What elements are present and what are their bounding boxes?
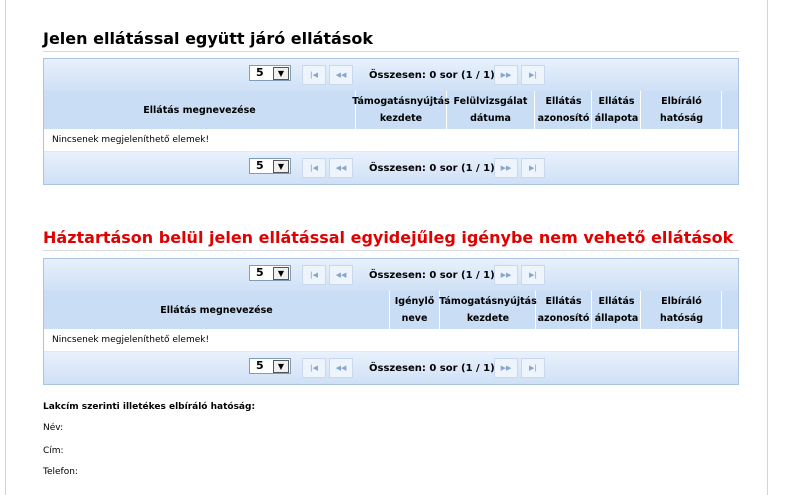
page-size-select[interactable]: 5 ▼ <box>249 358 291 374</box>
prev-page-icon[interactable]: ◀◀ <box>329 265 353 285</box>
column-header[interactable]: Ellátás azonosító <box>536 91 592 129</box>
column-header[interactable]: Felülvizsgálat dátuma <box>447 91 535 129</box>
dropdown-arrow-icon: ▼ <box>273 160 289 173</box>
page-size-value: 5 <box>256 359 264 372</box>
section2-pager-bottom: 5 ▼ |◀ ◀◀ Összesen: 0 sor (1 / 1) ▶▶ ▶| <box>44 352 738 384</box>
prev-page-icon[interactable]: ◀◀ <box>329 358 353 378</box>
first-page-icon[interactable]: |◀ <box>302 265 326 285</box>
prev-page-icon[interactable]: ◀◀ <box>329 65 353 85</box>
column-header[interactable]: Elbíráló hatóság <box>642 91 722 129</box>
section1-title: Jelen ellátással együtt járó ellátások <box>43 29 739 52</box>
authority-heading: Lakcím szerinti illetékes elbíráló hatós… <box>43 402 256 412</box>
first-page-icon[interactable]: |◀ <box>302 158 326 178</box>
last-page-icon[interactable]: ▶| <box>521 65 545 85</box>
empty-message: Nincsenek megjeleníthető elemek! <box>44 329 738 352</box>
authority-phone-label: Telefon: <box>43 467 78 477</box>
section2-grid: 5 ▼ |◀ ◀◀ Összesen: 0 sor (1 / 1) ▶▶ ▶| … <box>43 258 739 385</box>
pager-summary: Összesen: 0 sor (1 / 1) <box>369 363 495 374</box>
page-size-select[interactable]: 5 ▼ <box>249 158 291 174</box>
first-page-icon[interactable]: |◀ <box>302 358 326 378</box>
frame-right-border <box>767 0 768 495</box>
first-page-icon[interactable]: |◀ <box>302 65 326 85</box>
column-header[interactable]: Támogatásnyújtás kezdete <box>352 91 450 129</box>
next-page-icon[interactable]: ▶▶ <box>494 358 518 378</box>
section2-header-row: Ellátás megnevezése Igénylő neve Támogat… <box>44 291 738 329</box>
column-header[interactable]: Támogatásnyújtás kezdete <box>439 291 537 329</box>
last-page-icon[interactable]: ▶| <box>521 158 545 178</box>
column-header[interactable]: Ellátás megnevezése <box>44 91 356 129</box>
column-header[interactable]: Igénylő neve <box>390 291 440 329</box>
section1-pager-top: 5 ▼ |◀ ◀◀ Összesen: 0 sor (1 / 1) ▶▶ ▶| <box>44 59 738 91</box>
page-size-select[interactable]: 5 ▼ <box>249 65 291 81</box>
column-header[interactable]: Elbíráló hatóság <box>642 291 722 329</box>
next-page-icon[interactable]: ▶▶ <box>494 65 518 85</box>
page-size-value: 5 <box>256 266 264 279</box>
section1-pager-bottom: 5 ▼ |◀ ◀◀ Összesen: 0 sor (1 / 1) ▶▶ ▶| <box>44 152 738 184</box>
frame-left-border <box>5 0 6 495</box>
section1-header-row: Ellátás megnevezése Támogatásnyújtás kez… <box>44 91 738 129</box>
last-page-icon[interactable]: ▶| <box>521 358 545 378</box>
authority-address-label: Cím: <box>43 446 64 456</box>
last-page-icon[interactable]: ▶| <box>521 265 545 285</box>
section2-title: Háztartáson belül jelen ellátással egyid… <box>43 228 739 251</box>
next-page-icon[interactable]: ▶▶ <box>494 265 518 285</box>
pager-summary: Összesen: 0 sor (1 / 1) <box>369 163 495 174</box>
page-size-select[interactable]: 5 ▼ <box>249 265 291 281</box>
next-page-icon[interactable]: ▶▶ <box>494 158 518 178</box>
dropdown-arrow-icon: ▼ <box>273 267 289 280</box>
authority-name-label: Név: <box>43 423 64 433</box>
page-size-value: 5 <box>256 159 264 172</box>
empty-message: Nincsenek megjeleníthető elemek! <box>44 129 738 152</box>
dropdown-arrow-icon: ▼ <box>273 67 289 80</box>
column-header[interactable]: Ellátás megnevezése <box>44 291 390 329</box>
pager-summary: Összesen: 0 sor (1 / 1) <box>369 270 495 281</box>
section2-pager-top: 5 ▼ |◀ ◀◀ Összesen: 0 sor (1 / 1) ▶▶ ▶| <box>44 259 738 291</box>
section1-grid: 5 ▼ |◀ ◀◀ Összesen: 0 sor (1 / 1) ▶▶ ▶| … <box>43 58 739 185</box>
prev-page-icon[interactable]: ◀◀ <box>329 158 353 178</box>
column-header[interactable]: Ellátás állapota <box>593 291 641 329</box>
pager-summary: Összesen: 0 sor (1 / 1) <box>369 70 495 81</box>
column-header[interactable]: Ellátás azonosító <box>536 291 592 329</box>
column-header[interactable]: Ellátás állapota <box>593 91 641 129</box>
page-size-value: 5 <box>256 66 264 79</box>
dropdown-arrow-icon: ▼ <box>273 360 289 373</box>
